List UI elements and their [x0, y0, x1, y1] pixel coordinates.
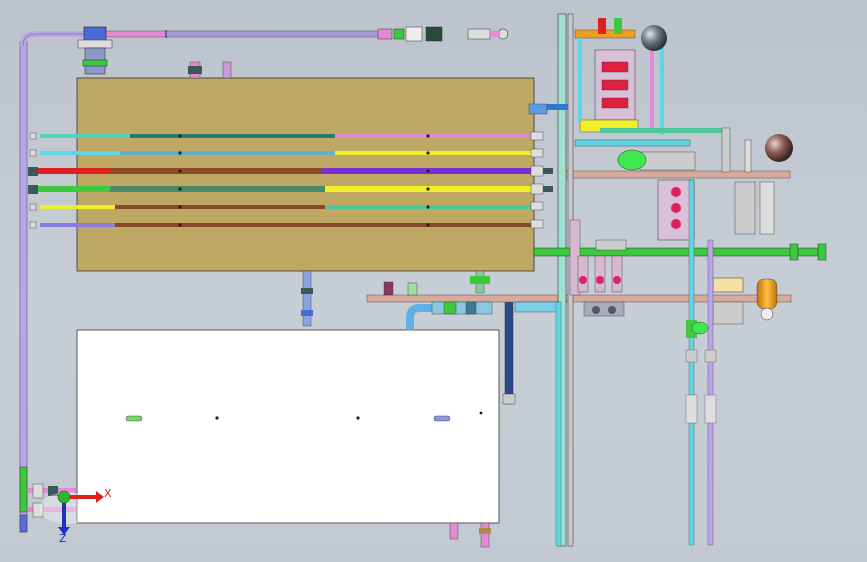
lower-tank[interactable] — [76, 299, 516, 548]
upper-tank[interactable] — [76, 61, 535, 327]
orange-vessel[interactable] — [756, 278, 778, 321]
x-axis-label: X — [104, 487, 112, 500]
piping-assembly-drawing: X Z — [19, 13, 827, 548]
control-box[interactable] — [712, 277, 744, 293]
lower-pump-row — [577, 255, 623, 293]
vertical-cyan-pipe — [555, 301, 562, 547]
upper-pressure-vessel[interactable] — [641, 25, 667, 51]
right-pressure-vessel[interactable] — [765, 134, 793, 162]
right-drop-pipes — [685, 179, 717, 546]
cad-viewport[interactable]: X Z — [0, 0, 867, 562]
pump-skid-middle[interactable] — [657, 179, 775, 241]
top-header-pipe — [77, 26, 509, 75]
z-axis-label: Z — [59, 532, 67, 545]
